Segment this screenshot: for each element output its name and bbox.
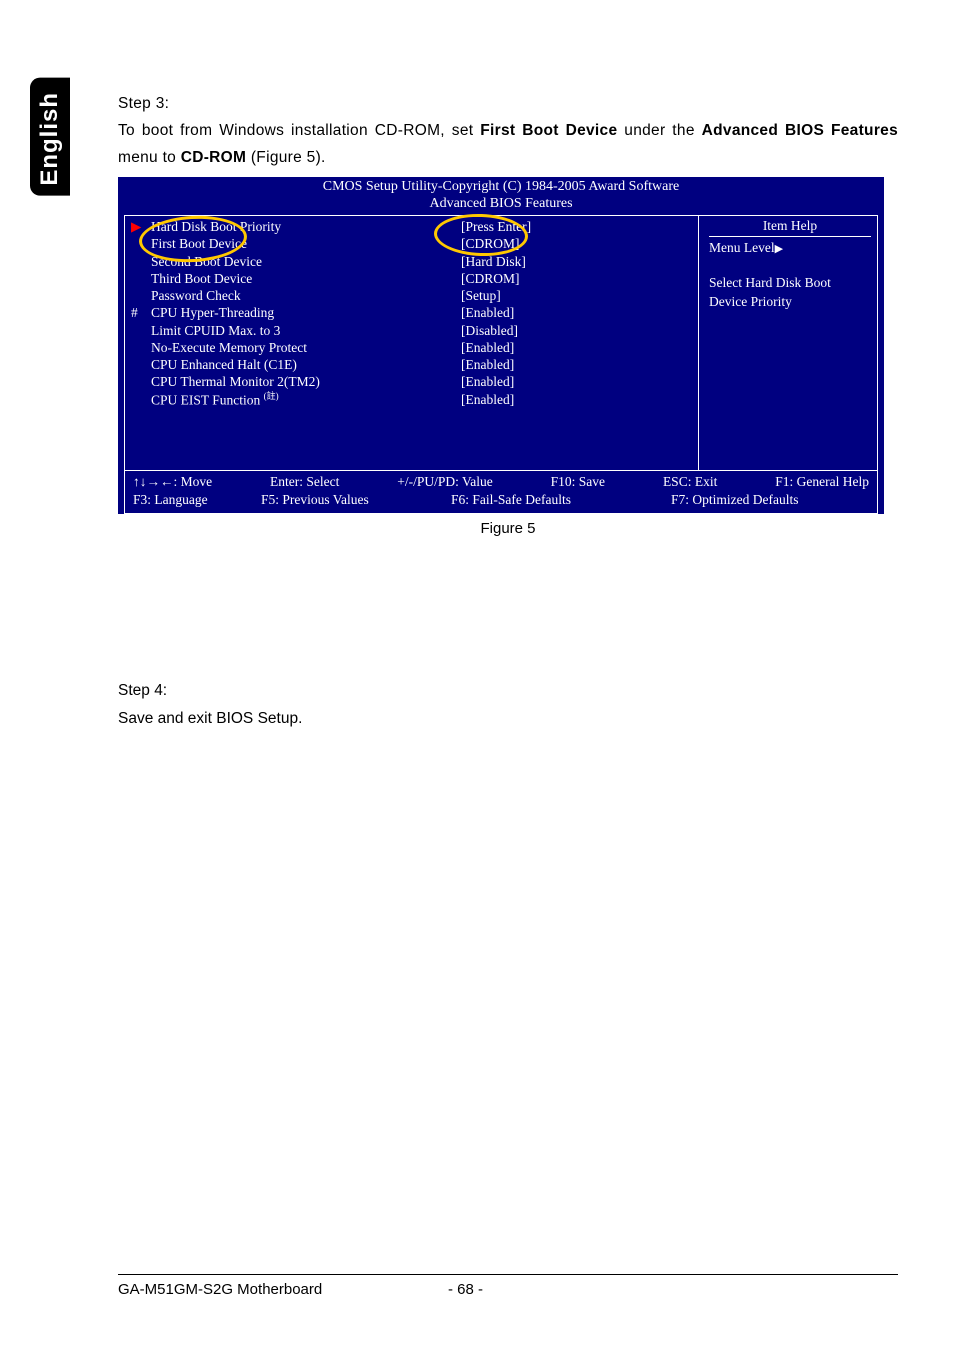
page-footer: GA-M51GM-S2G Motherboard - 68 - bbox=[118, 1274, 898, 1298]
bios-key-language: F3: Language bbox=[133, 491, 261, 509]
bios-value: [Hard Disk] bbox=[461, 253, 526, 270]
bios-title2: Advanced BIOS Features bbox=[118, 196, 884, 213]
language-tab: English bbox=[30, 78, 70, 196]
bios-label: CPU Enhanced Halt (C1E) bbox=[151, 356, 461, 373]
bios-footer: ↑↓→←: Move Enter: Select +/-/PU/PD: Valu… bbox=[124, 471, 878, 514]
bios-row: CPU Thermal Monitor 2(TM2) [Enabled] bbox=[131, 373, 698, 390]
step3-text-f: CD-ROM bbox=[181, 149, 247, 166]
bios-left-panel: ▶ Hard Disk Boot Priority [Press Enter] … bbox=[125, 216, 699, 470]
bios-indent bbox=[131, 356, 151, 373]
bios-menulevel-text: Menu Level bbox=[709, 240, 775, 255]
bios-label: Hard Disk Boot Priority bbox=[151, 218, 461, 235]
bios-label: CPU Hyper-Threading bbox=[151, 304, 461, 321]
bios-value: [Enabled] bbox=[461, 356, 514, 373]
footer-page-number: - 68 - bbox=[448, 1281, 568, 1298]
bios-help-panel: Item Help Menu Level▶ Select Hard Disk B… bbox=[699, 216, 877, 470]
bios-label-sup: (註) bbox=[264, 391, 279, 401]
bios-label: Third Boot Device bbox=[151, 270, 461, 287]
bios-screenshot: CMOS Setup Utility-Copyright (C) 1984-20… bbox=[118, 177, 884, 514]
bios-indent bbox=[131, 270, 151, 287]
bios-indent bbox=[131, 322, 151, 339]
bios-indent bbox=[131, 253, 151, 270]
bios-value: [Disabled] bbox=[461, 322, 518, 339]
hash-icon: # bbox=[131, 304, 151, 321]
footer-spacer bbox=[568, 1281, 898, 1298]
bios-indent bbox=[131, 391, 151, 409]
bios-label-text: CPU EIST Function bbox=[151, 392, 260, 407]
figure-caption: Figure 5 bbox=[118, 520, 898, 537]
bios-row: # CPU Hyper-Threading [Enabled] bbox=[131, 304, 698, 321]
bios-row: ▶ Hard Disk Boot Priority [Press Enter] bbox=[131, 218, 698, 235]
bios-value: [Enabled] bbox=[461, 391, 514, 409]
bios-row: Second Boot Device [Hard Disk] bbox=[131, 253, 698, 270]
step3-body: To boot from Windows installation CD-ROM… bbox=[118, 117, 898, 171]
bios-key-prev: F5: Previous Values bbox=[261, 491, 451, 509]
bios-key-exit: ESC: Exit bbox=[663, 473, 717, 491]
bios-row: CPU EIST Function (註) [Enabled] bbox=[131, 391, 698, 409]
bios-value: [Press Enter] bbox=[461, 218, 531, 235]
bios-value: [CDROM] bbox=[461, 235, 520, 252]
bios-label: Limit CPUID Max. to 3 bbox=[151, 322, 461, 339]
bios-footer-row: F3: Language F5: Previous Values F6: Fai… bbox=[133, 491, 869, 509]
bios-value: [Enabled] bbox=[461, 304, 514, 321]
bios-help-title: Item Help bbox=[709, 218, 871, 237]
bios-row: Third Boot Device [CDROM] bbox=[131, 270, 698, 287]
bios-indent bbox=[131, 287, 151, 304]
bios-row: Limit CPUID Max. to 3 [Disabled] bbox=[131, 322, 698, 339]
bios-footer-row: ↑↓→←: Move Enter: Select +/-/PU/PD: Valu… bbox=[133, 473, 869, 491]
bios-label: Password Check bbox=[151, 287, 461, 304]
step3-text-d: Advanced BIOS Features bbox=[702, 122, 898, 139]
bios-label: First Boot Device bbox=[151, 235, 461, 252]
footer-product: GA-M51GM-S2G Motherboard bbox=[118, 1281, 448, 1298]
bios-row: CPU Enhanced Halt (C1E) [Enabled] bbox=[131, 356, 698, 373]
step3-heading: Step 3: bbox=[118, 90, 898, 117]
step3-text-a: To boot from Windows installation CD-ROM… bbox=[118, 122, 480, 139]
triangle-right-icon: ▶ bbox=[775, 243, 783, 255]
bios-key-help: F1: General Help bbox=[775, 473, 869, 491]
bios-menulevel: Menu Level▶ bbox=[709, 239, 871, 258]
bios-row: Password Check [Setup] bbox=[131, 287, 698, 304]
bios-key-optimized: F7: Optimized Defaults bbox=[671, 491, 869, 509]
bios-key-save: F10: Save bbox=[551, 473, 605, 491]
step3-block: Step 3: To boot from Windows installatio… bbox=[118, 90, 898, 171]
bios-value: [CDROM] bbox=[461, 270, 520, 287]
bios-key-move: ↑↓→←: Move bbox=[133, 473, 212, 491]
bios-row: No-Execute Memory Protect [Enabled] bbox=[131, 339, 698, 356]
bios-row: First Boot Device [CDROM] bbox=[131, 235, 698, 252]
step4-block: Step 4: Save and exit BIOS Setup. bbox=[118, 677, 898, 731]
bios-value: [Setup] bbox=[461, 287, 501, 304]
bios-header: CMOS Setup Utility-Copyright (C) 1984-20… bbox=[118, 177, 884, 213]
step4-text: Save and exit BIOS Setup. bbox=[118, 705, 898, 732]
bios-title1: CMOS Setup Utility-Copyright (C) 1984-20… bbox=[118, 179, 884, 196]
bios-label: CPU EIST Function (註) bbox=[151, 391, 461, 409]
bios-label: No-Execute Memory Protect bbox=[151, 339, 461, 356]
bios-value: [Enabled] bbox=[461, 339, 514, 356]
bios-inner: ▶ Hard Disk Boot Priority [Press Enter] … bbox=[124, 215, 878, 471]
step4-heading: Step 4: bbox=[118, 677, 898, 704]
spacer bbox=[709, 258, 871, 274]
step3-text-e: menu to bbox=[118, 149, 181, 166]
step3-text-c: under the bbox=[617, 122, 701, 139]
bios-value: [Enabled] bbox=[461, 373, 514, 390]
bios-key-failsafe: F6: Fail-Safe Defaults bbox=[451, 491, 671, 509]
bios-help-line: Device Priority bbox=[709, 293, 871, 312]
bios-label: CPU Thermal Monitor 2(TM2) bbox=[151, 373, 461, 390]
bios-indent bbox=[131, 339, 151, 356]
bios-label: Second Boot Device bbox=[151, 253, 461, 270]
bios-indent bbox=[131, 373, 151, 390]
page-content: Step 3: To boot from Windows installatio… bbox=[118, 90, 898, 732]
step3-text-g: (Figure 5). bbox=[246, 149, 325, 166]
bios-key-value: +/-/PU/PD: Value bbox=[397, 473, 493, 491]
bios-help-line: Select Hard Disk Boot bbox=[709, 274, 871, 293]
step3-text-b: First Boot Device bbox=[480, 122, 617, 139]
bios-key-select: Enter: Select bbox=[270, 473, 339, 491]
bios-indent bbox=[131, 235, 151, 252]
triangle-icon: ▶ bbox=[131, 218, 151, 235]
